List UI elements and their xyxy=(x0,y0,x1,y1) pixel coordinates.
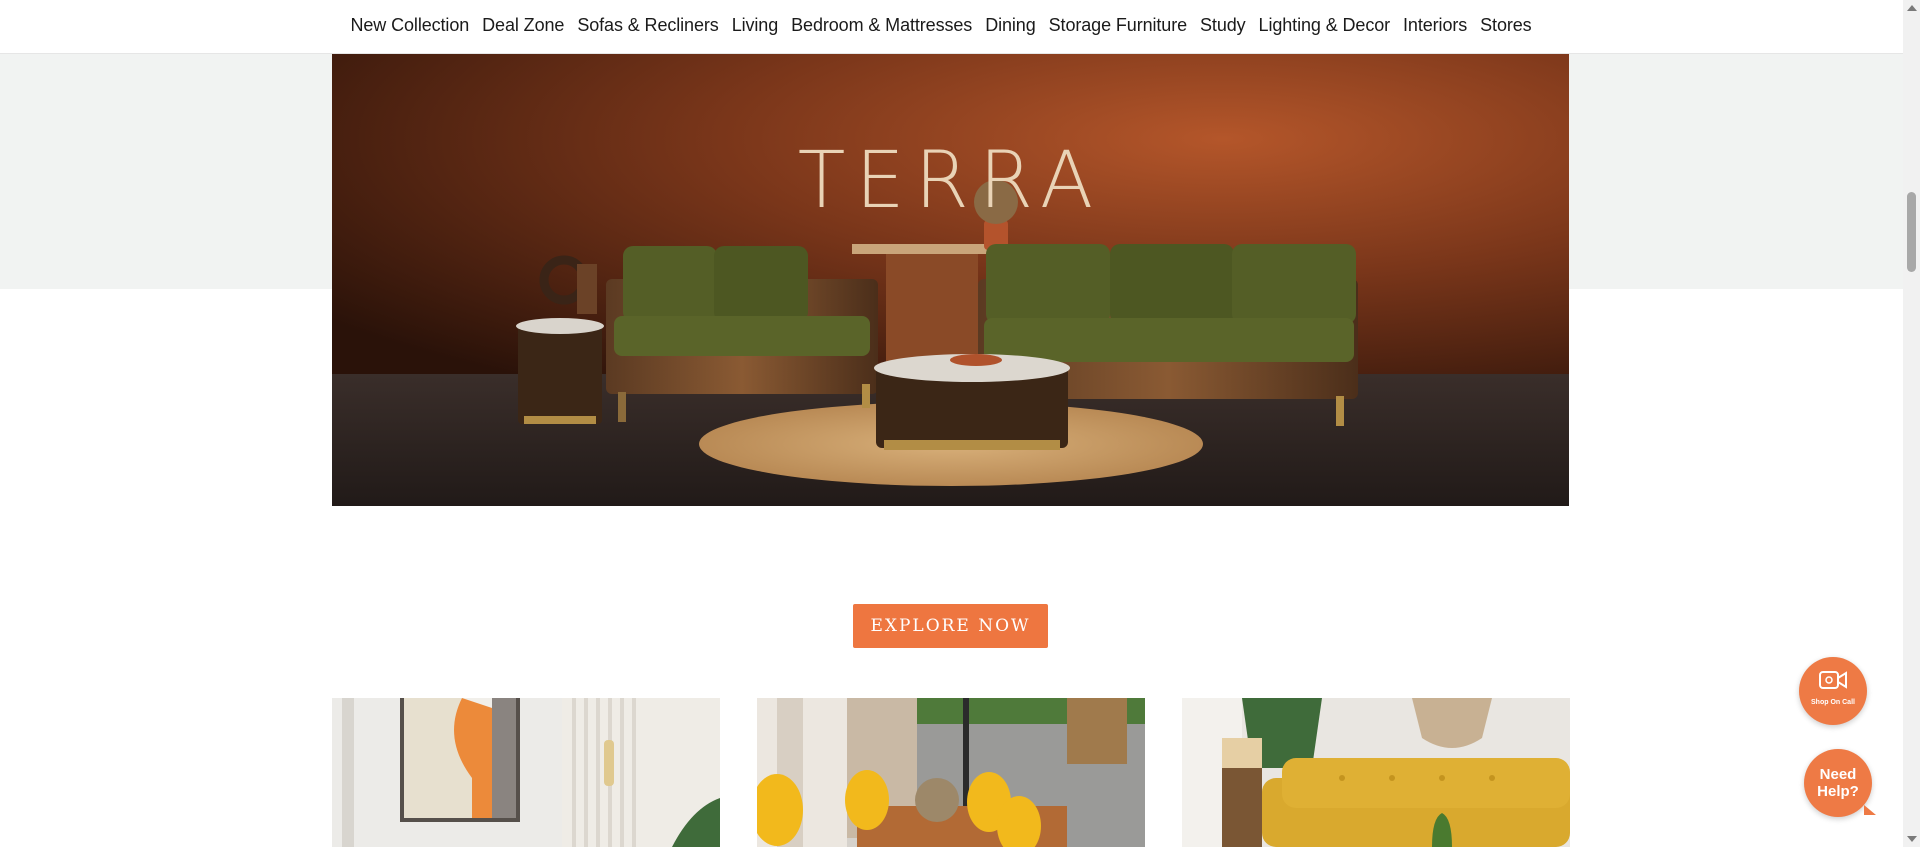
nav-item-dining[interactable]: Dining xyxy=(979,15,1042,36)
nav-menu: New Collection Deal Zone Sofas & Recline… xyxy=(344,0,1538,50)
hero-banner[interactable]: TERRA xyxy=(332,54,1569,506)
video-call-icon xyxy=(1819,671,1847,689)
nav-item-new-collection[interactable]: New Collection xyxy=(344,15,476,36)
category-card-dining[interactable] xyxy=(757,698,1145,847)
need-help-button[interactable]: Need Help? xyxy=(1804,749,1876,817)
explore-now-button[interactable]: EXPLORE NOW xyxy=(853,604,1048,648)
nav-item-study[interactable]: Study xyxy=(1194,15,1253,36)
page-scrollbar[interactable] xyxy=(1903,0,1920,847)
top-navigation: New Collection Deal Zone Sofas & Recline… xyxy=(0,0,1903,54)
nav-item-sofas-recliners[interactable]: Sofas & Recliners xyxy=(571,15,725,36)
nav-item-storage-furniture[interactable]: Storage Furniture xyxy=(1042,15,1193,36)
need-help-label: Need Help? xyxy=(1817,766,1859,800)
nav-item-lighting-decor[interactable]: Lighting & Decor xyxy=(1252,15,1396,36)
category-card-sofa[interactable] xyxy=(1182,698,1570,847)
shop-on-call-button[interactable]: Shop On Call xyxy=(1799,657,1867,725)
shop-on-call-label: Shop On Call xyxy=(1811,699,1855,706)
nav-item-stores[interactable]: Stores xyxy=(1474,15,1538,36)
card-image-sofa xyxy=(1182,698,1570,847)
category-card-decor[interactable] xyxy=(332,698,720,847)
scroll-up-arrow-icon[interactable] xyxy=(1907,5,1917,11)
card-image-dining xyxy=(757,698,1145,847)
nav-item-bedroom-mattresses[interactable]: Bedroom & Mattresses xyxy=(785,15,979,36)
nav-item-interiors[interactable]: Interiors xyxy=(1397,15,1474,36)
hero-scene-image xyxy=(332,54,1569,506)
card-image-decor xyxy=(332,698,720,847)
scroll-down-arrow-icon[interactable] xyxy=(1907,836,1917,842)
nav-item-living[interactable]: Living xyxy=(725,15,784,36)
nav-item-deal-zone[interactable]: Deal Zone xyxy=(476,15,571,36)
chat-bubble-tail xyxy=(1864,805,1876,815)
brand-logo: TERRA xyxy=(797,136,1104,226)
scroll-thumb[interactable] xyxy=(1907,192,1916,272)
